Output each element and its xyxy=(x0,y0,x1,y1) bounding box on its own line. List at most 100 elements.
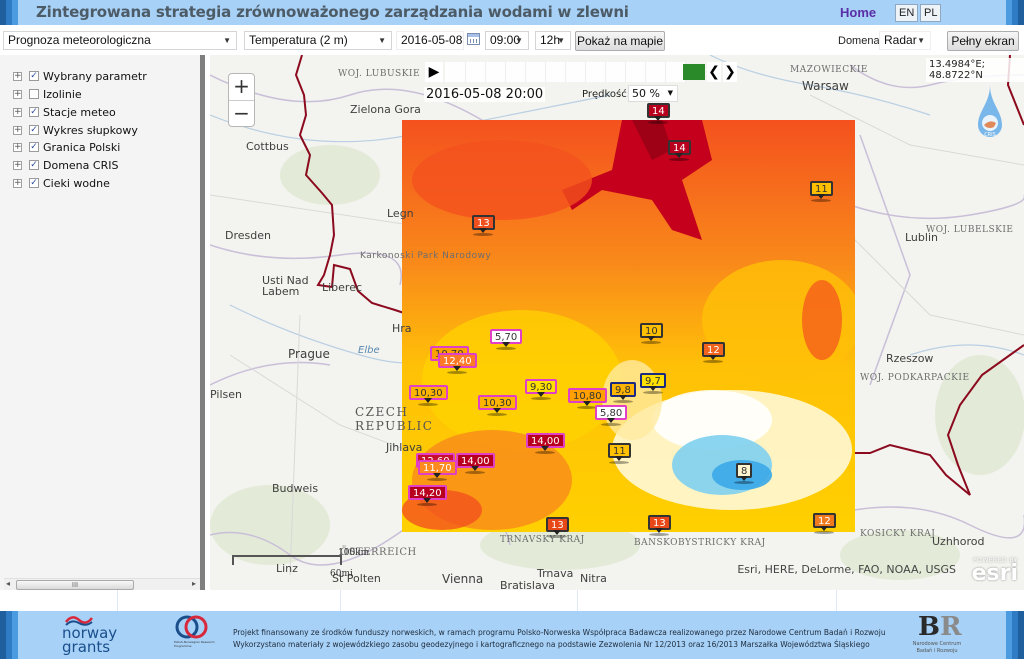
station-marker[interactable]: 14 xyxy=(647,103,670,124)
station-marker[interactable]: 9,8 xyxy=(610,382,636,403)
footer-decor-stripes xyxy=(0,611,22,659)
chevron-down-icon: ▼ xyxy=(223,36,231,45)
home-link[interactable]: Home xyxy=(840,5,876,20)
place-label: Usti Nad Labem xyxy=(262,274,309,298)
station-marker[interactable]: 9,7 xyxy=(640,373,666,394)
region-label: MAZOWIECKIE xyxy=(790,65,868,75)
layer-checkbox[interactable]: ✓ xyxy=(29,178,39,188)
region-label: WOJ. LUBUSKIE xyxy=(338,69,421,79)
show-on-map-button[interactable]: Pokaż na mapie xyxy=(575,31,665,51)
play-icon[interactable]: ▶ xyxy=(425,62,443,82)
calendar-icon[interactable] xyxy=(467,33,480,45)
expand-icon[interactable]: + xyxy=(13,143,22,152)
speed-label: Prędkość: xyxy=(582,89,631,100)
timeline-step[interactable] xyxy=(645,62,666,82)
station-marker[interactable]: 12 xyxy=(702,342,725,363)
station-marker[interactable]: 5,80 xyxy=(595,405,628,426)
scroll-left-icon[interactable]: ◂ xyxy=(6,579,10,588)
domain-select[interactable]: Radar ▼ xyxy=(879,31,931,50)
timeline-step[interactable] xyxy=(565,62,586,82)
marker-shadow xyxy=(642,391,663,394)
map-view[interactable]: WOJ. LUBUSKIE Zielona Gora Cottbus Dresd… xyxy=(210,55,1024,590)
layer-label: Cieki wodne xyxy=(43,177,110,190)
timeline-step[interactable] xyxy=(485,62,506,82)
map-attribution: Esri, HERE, DeLorme, FAO, NOAA, USGS xyxy=(737,563,956,576)
speed-select-value: 50 % xyxy=(632,87,660,100)
layer-label: Wykres słupkowy xyxy=(43,124,138,137)
station-marker[interactable]: 14,00 xyxy=(456,453,495,474)
station-marker[interactable]: 13 xyxy=(546,517,569,538)
horizon-select[interactable]: 12h ▼ xyxy=(535,31,571,50)
marker-shadow xyxy=(601,423,622,426)
scroll-right-icon[interactable]: ▸ xyxy=(192,579,196,588)
product-select[interactable]: Prognoza meteorologiczna ▼ xyxy=(3,31,237,50)
zoom-out-button[interactable]: − xyxy=(229,100,254,126)
footer-text-line2: Wykorzystano materiały z wojewódzkiego z… xyxy=(233,640,870,649)
station-marker[interactable]: 10,80 xyxy=(568,388,607,409)
pnrp-logo: Polish-Norwegian Research Programme xyxy=(168,614,218,656)
animation-time: 2016-05-08 20:00 xyxy=(424,87,546,102)
lang-en-button[interactable]: EN xyxy=(895,4,919,22)
step-back-icon[interactable]: ❮ xyxy=(707,62,721,82)
timeline-step[interactable] xyxy=(545,62,566,82)
header-decor-stripes-right xyxy=(1002,0,1024,25)
station-marker[interactable]: 9,30 xyxy=(525,379,558,400)
place-label: Zielona Gora xyxy=(350,103,421,116)
layer-checkbox[interactable]: ✓ xyxy=(29,107,39,117)
marker-shadow xyxy=(496,347,517,350)
station-marker[interactable]: 13 xyxy=(648,515,671,536)
horizontal-scrollbar[interactable]: ◂ III ▸ xyxy=(4,578,200,590)
station-marker[interactable]: 10,30 xyxy=(409,385,448,406)
station-marker[interactable]: 13 xyxy=(472,215,495,236)
layer-label: Wybrany parametr xyxy=(43,70,147,83)
speed-select[interactable]: 50 % ▼ xyxy=(628,85,678,102)
timeline-step[interactable] xyxy=(605,62,626,82)
station-marker[interactable]: 11,70 xyxy=(418,460,457,481)
expand-icon[interactable]: + xyxy=(13,90,22,99)
step-forward-icon[interactable]: ❯ xyxy=(723,62,737,82)
expand-icon[interactable]: + xyxy=(13,179,22,188)
layer-checkbox[interactable] xyxy=(29,89,39,99)
date-input[interactable]: 2016-05-08 xyxy=(396,31,464,50)
station-marker[interactable]: 5,70 xyxy=(490,329,523,350)
timeline-step[interactable] xyxy=(445,62,466,82)
scale-km-label: 100km xyxy=(338,548,370,558)
timeline-step[interactable] xyxy=(465,62,486,82)
place-label: Liberec xyxy=(322,281,363,294)
lang-pl-button[interactable]: PL xyxy=(920,4,942,22)
chevron-down-icon: ▼ xyxy=(378,36,386,45)
layer-checkbox[interactable]: ✓ xyxy=(29,142,39,152)
station-marker[interactable]: 14 xyxy=(668,140,691,161)
animation-timeline[interactable] xyxy=(445,62,686,82)
expand-icon[interactable]: + xyxy=(13,108,22,117)
zoom-in-button[interactable]: + xyxy=(229,74,254,100)
station-marker[interactable]: 11 xyxy=(608,443,631,464)
expand-icon[interactable]: + xyxy=(13,72,22,81)
layer-checkbox[interactable]: ✓ xyxy=(29,125,39,135)
layer-checkbox[interactable]: ✓ xyxy=(29,71,39,81)
fullscreen-button[interactable]: Pełny ekran xyxy=(947,31,1019,51)
divider xyxy=(836,590,837,611)
station-marker[interactable]: 14,20 xyxy=(408,485,447,506)
timeline-step[interactable] xyxy=(585,62,606,82)
station-marker[interactable]: 10 xyxy=(640,323,663,344)
station-marker[interactable]: 11 xyxy=(810,181,833,202)
animation-current-step[interactable] xyxy=(683,64,705,80)
parameter-select[interactable]: Temperatura (2 m) ▼ xyxy=(244,31,392,50)
timeline-step[interactable] xyxy=(625,62,646,82)
place-label: Budweis xyxy=(272,482,319,495)
scrollbar-thumb[interactable]: III xyxy=(16,580,134,590)
timeline-step[interactable] xyxy=(505,62,526,82)
place-label: Trnava xyxy=(537,567,574,580)
station-marker[interactable]: 12 xyxy=(813,513,836,534)
place-label: Vienna xyxy=(442,572,484,586)
station-marker[interactable]: 8 xyxy=(734,463,755,484)
time-select[interactable]: 09:00 ▼ xyxy=(485,31,529,50)
timeline-step[interactable] xyxy=(525,62,546,82)
station-marker[interactable]: 12,40 xyxy=(438,353,477,374)
layer-checkbox[interactable]: ✓ xyxy=(29,160,39,170)
station-marker[interactable]: 14,00 xyxy=(526,433,565,454)
expand-icon[interactable]: + xyxy=(13,161,22,170)
station-marker[interactable]: 10,30 xyxy=(478,395,517,416)
expand-icon[interactable]: + xyxy=(13,126,22,135)
